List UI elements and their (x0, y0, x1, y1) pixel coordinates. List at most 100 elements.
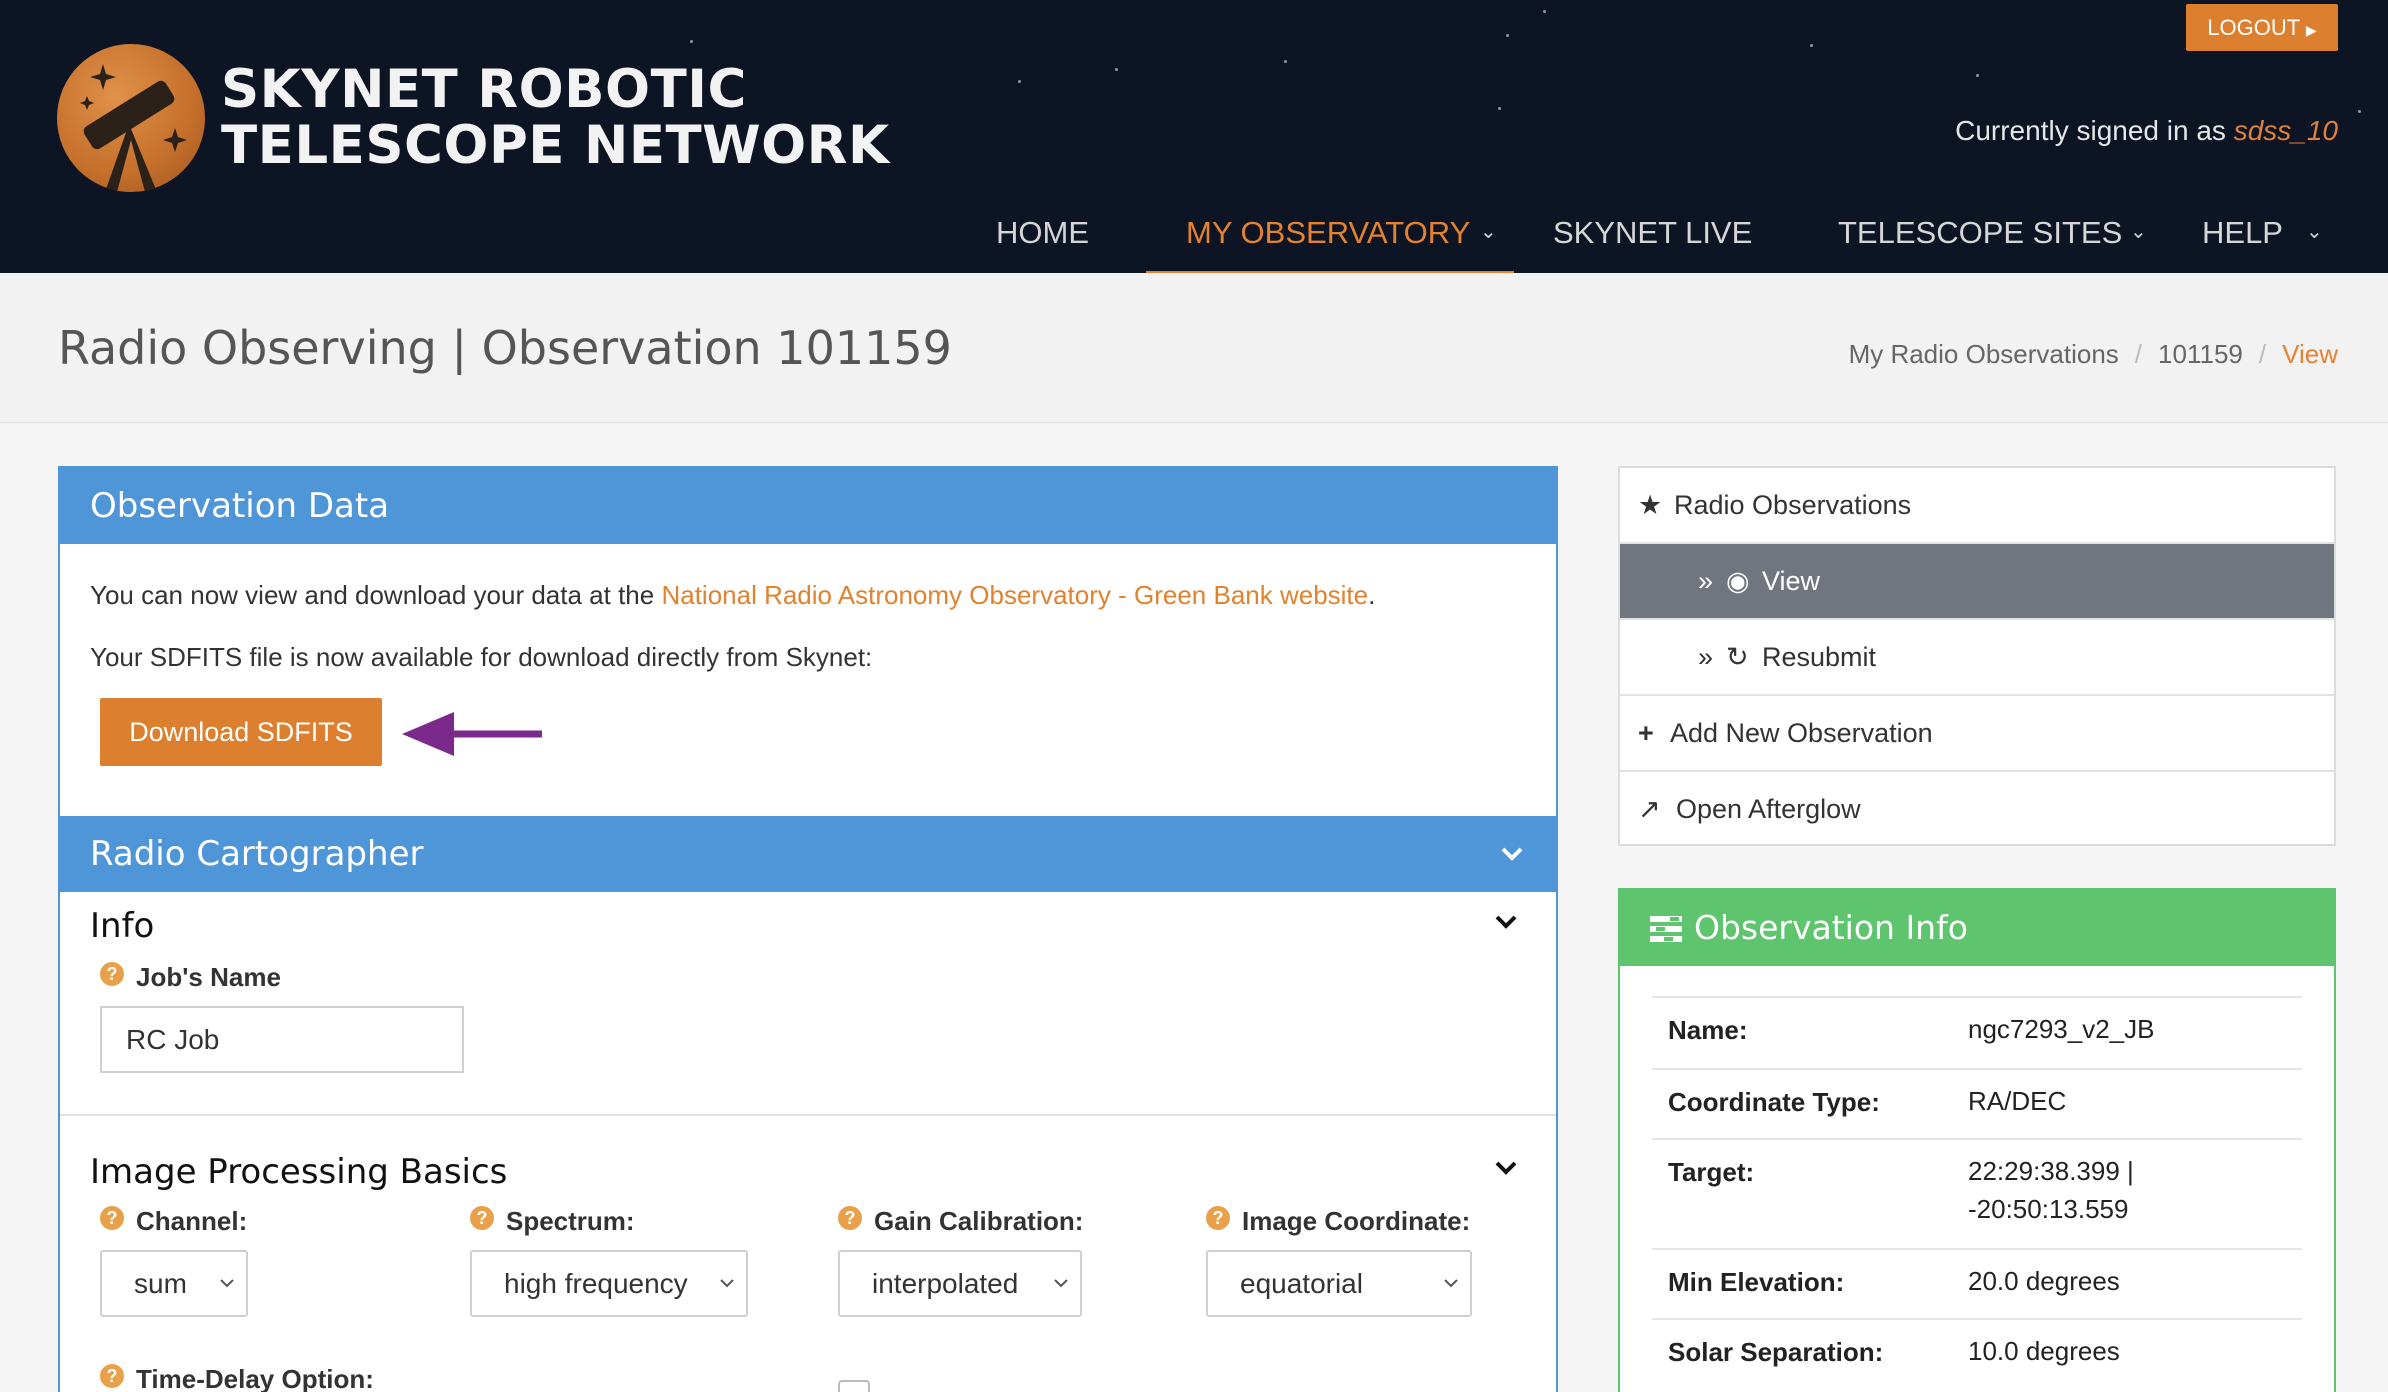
chevron-down-icon[interactable]: ⌄ (2306, 219, 2323, 244)
menu-open-afterglow[interactable]: ↗ Open Afterglow (1620, 772, 2334, 848)
info-key: Name: (1668, 1015, 1748, 1045)
menu-view-label: View (1762, 566, 1821, 596)
info-value: 20.0 degrees (1968, 1266, 2120, 1296)
chevron-down-icon[interactable] (1494, 1156, 1518, 1180)
channel-label: Channel: (136, 1206, 248, 1236)
gain-calibration-select[interactable]: interpolated (838, 1250, 1082, 1317)
image-coordinate-select[interactable]: equatorial (1206, 1250, 1472, 1317)
nav-my-observatory[interactable]: MY OBSERVATORY (1186, 215, 1470, 251)
nav-home[interactable]: HOME (996, 215, 1089, 251)
text-prefix: You can now view and download your data … (90, 580, 662, 610)
observation-data-panel: Observation Data You can now view and do… (58, 466, 1558, 1392)
star-decoration (1506, 34, 1509, 37)
time-delay-checkbox[interactable] (838, 1380, 870, 1392)
image-coordinate-label: Image Coordinate: (1242, 1206, 1471, 1236)
observation-data-header: Observation Data (60, 468, 1556, 544)
job-name-input[interactable]: RC Job (100, 1006, 464, 1073)
site-logo-text[interactable]: SKYNET ROBOTIC TELESCOPE NETWORK (221, 62, 890, 174)
channel-value: sum (134, 1268, 187, 1299)
channel-select[interactable]: sum (100, 1250, 248, 1317)
menu-resubmit-label: Resubmit (1762, 642, 1877, 672)
info-row-target: Target: 22:29:38.399 | -20:50:13.559 (1652, 1138, 2302, 1248)
download-sdfits-button[interactable]: Download SDFITS (100, 698, 382, 766)
chevron-down-icon (1444, 1279, 1458, 1288)
sdfits-availability-text: Your SDFITS file is now available for do… (90, 642, 873, 672)
help-icon[interactable]: ? (470, 1206, 494, 1230)
gain-calibration-value: interpolated (872, 1268, 1019, 1299)
info-row-coordinate-type: Coordinate Type: RA/DEC (1652, 1068, 2302, 1138)
help-icon[interactable]: ? (100, 962, 124, 986)
spectrum-value: high frequency (504, 1268, 688, 1299)
star-icon: ★ (1638, 490, 1663, 520)
data-availability-text: You can now view and download your data … (90, 580, 1375, 611)
menu-radio-observations-label: Radio Observations (1674, 490, 1912, 520)
spectrum-select[interactable]: high frequency (470, 1250, 748, 1317)
star-decoration (1810, 44, 1813, 47)
refresh-icon: ↻ (1726, 642, 1749, 672)
breadcrumb-separator: / (2134, 339, 2143, 369)
star-decoration (1018, 80, 1021, 83)
page-title: Radio Observing | Observation 101159 (58, 321, 952, 375)
star-decoration (1498, 107, 1501, 110)
breadcrumb-observation-id[interactable]: 101159 (2158, 339, 2243, 369)
menu-resubmit[interactable]: » ↻ Resubmit (1620, 620, 2334, 696)
username-link[interactable]: sdss_10 (2234, 115, 2338, 146)
time-delay-option-label: Time-Delay Option: (136, 1364, 374, 1392)
info-row-min-elevation: Min Elevation: 20.0 degrees (1652, 1248, 2302, 1318)
info-value: ngc7293_v2_JB (1968, 1014, 2155, 1044)
help-icon[interactable]: ? (1206, 1206, 1230, 1230)
info-key: Target: (1668, 1157, 1755, 1187)
help-icon[interactable]: ? (838, 1206, 862, 1230)
logout-label: LOGOUT (2207, 15, 2300, 40)
chevron-down-icon[interactable] (1494, 910, 1518, 934)
help-icon[interactable]: ? (100, 1206, 124, 1230)
job-name-label: Job's Name (136, 962, 281, 992)
menu-view[interactable]: » ◉ View (1620, 544, 2334, 620)
breadcrumb-current: View (2282, 339, 2338, 369)
radio-observations-menu: ★ Radio Observations » ◉ View » ↻ Resubm… (1618, 466, 2336, 846)
nav-help[interactable]: HELP (2202, 215, 2283, 251)
section-divider (60, 1114, 1556, 1116)
chevron-down-icon (720, 1279, 734, 1288)
breadcrumb: My Radio Observations / 101159 / View (1849, 339, 2338, 370)
chevron-down-icon (220, 1279, 234, 1288)
spectrum-label: Spectrum: (506, 1206, 635, 1236)
star-decoration (1284, 60, 1287, 63)
info-row-name: Name: ngc7293_v2_JB (1652, 996, 2302, 1068)
nav-telescope-sites[interactable]: TELESCOPE SITES (1838, 215, 2122, 251)
page-title-bar: Radio Observing | Observation 101159 My … (0, 273, 2388, 423)
info-value: 10.0 degrees (1968, 1336, 2120, 1366)
eye-icon: ◉ (1726, 566, 1750, 596)
help-icon[interactable]: ? (100, 1364, 124, 1388)
text-suffix: . (1368, 580, 1376, 610)
logout-button[interactable]: LOGOUT ▶ (2186, 4, 2338, 51)
menu-radio-observations[interactable]: ★ Radio Observations (1620, 468, 2334, 544)
caret-right-icon: ▶ (2305, 22, 2317, 38)
info-key: Solar Separation: (1668, 1337, 1884, 1367)
observation-info-header: Observation Info (1620, 890, 2334, 966)
star-decoration (1543, 10, 1546, 13)
chevron-down-icon[interactable]: ⌄ (1480, 219, 1497, 244)
image-processing-basics-title: Image Processing Basics (90, 1152, 508, 1192)
external-link-icon: ↗ (1638, 794, 1661, 824)
tasks-list-icon (1650, 916, 1682, 942)
nrao-green-bank-link[interactable]: National Radio Astronomy Observatory - G… (661, 580, 1368, 610)
observation-info-panel: Observation Info Name: ngc7293_v2_JB Coo… (1618, 888, 2336, 1392)
star-decoration (690, 40, 693, 43)
menu-open-afterglow-label: Open Afterglow (1676, 794, 1861, 824)
plus-icon: + (1638, 718, 1654, 748)
arrow-left-icon (402, 712, 542, 756)
logo-line-2: TELESCOPE NETWORK (221, 115, 890, 176)
radio-cartographer-header[interactable]: Radio Cartographer (60, 816, 1556, 892)
chevron-down-icon[interactable] (1500, 842, 1524, 866)
menu-add-new-observation[interactable]: + Add New Observation (1620, 696, 2334, 772)
star-decoration (2358, 110, 2361, 113)
star-decoration (1976, 74, 1979, 77)
nav-skynet-live[interactable]: SKYNET LIVE (1553, 215, 1752, 251)
info-key: Coordinate Type: (1668, 1087, 1880, 1117)
info-key: Min Elevation: (1668, 1267, 1845, 1297)
chevron-down-icon[interactable]: ⌄ (2130, 219, 2147, 244)
breadcrumb-my-radio-observations[interactable]: My Radio Observations (1849, 339, 2119, 369)
logo-telescope-icon[interactable] (57, 44, 205, 192)
breadcrumb-separator: / (2258, 339, 2267, 369)
